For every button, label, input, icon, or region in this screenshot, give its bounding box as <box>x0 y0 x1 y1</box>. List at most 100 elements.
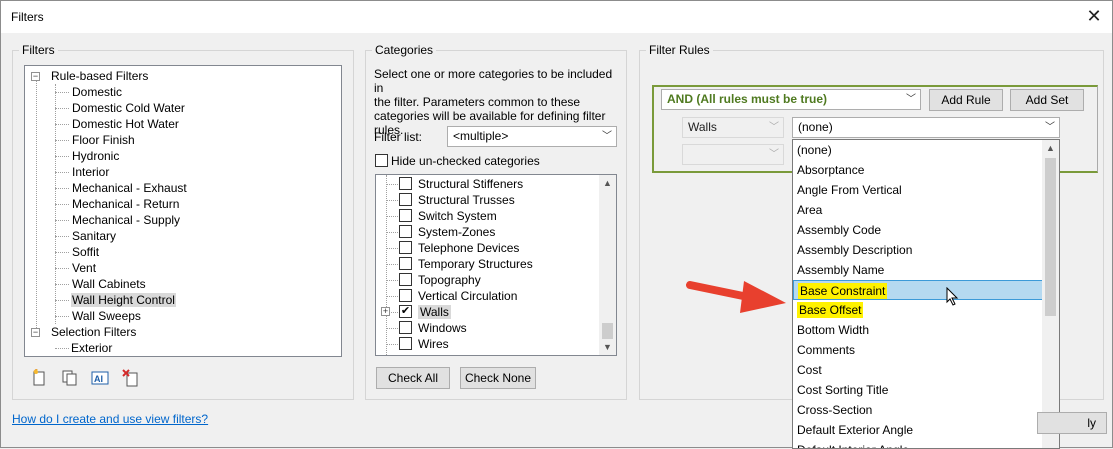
check-none-button[interactable]: Check None <box>460 367 536 389</box>
tree-connector <box>55 316 69 317</box>
dropdown-option-label: Angle From Vertical <box>797 183 902 197</box>
category-label: Windows <box>418 321 467 335</box>
dropdown-option[interactable]: Absorptance <box>793 160 1043 180</box>
collapse-icon[interactable]: − <box>31 72 40 81</box>
category-item[interactable]: Topography <box>418 272 481 288</box>
parameter-dropdown-list[interactable]: (none) Absorptance Angle From Vertical Area… <box>792 139 1060 449</box>
tree-item-filter[interactable]: Interior <box>71 164 110 180</box>
chevron-down-icon: ﹀ <box>1045 122 1055 133</box>
tree-connector <box>55 252 69 253</box>
tree-item-filter[interactable]: Hydronic <box>71 148 120 164</box>
category-checkbox[interactable] <box>399 273 412 286</box>
duplicate-filter-icon[interactable] <box>61 369 79 387</box>
dropdown-option[interactable]: Angle From Vertical <box>793 180 1043 200</box>
rule-category-select[interactable]: Walls ﹀ <box>682 117 784 138</box>
tree-item-filter[interactable]: Mechanical - Supply <box>71 212 181 228</box>
add-set-button[interactable]: Add Set <box>1010 89 1084 111</box>
tree-item-filter[interactable]: Vent <box>71 260 97 276</box>
dropdown-option[interactable]: Cost Sorting Title <box>793 380 1043 400</box>
logic-select[interactable]: AND (All rules must be true) ﹀ <box>661 89 921 110</box>
tree-item-filter[interactable]: Domestic Cold Water <box>71 100 186 116</box>
tree-item-filter[interactable]: Soffit <box>71 244 100 260</box>
rule-parameter-value: (none) <box>798 120 833 134</box>
new-filter-icon[interactable] <box>31 368 49 387</box>
tree-item-filter[interactable]: Floor Finish <box>71 132 136 148</box>
dropdown-scrollbar[interactable]: ▲ <box>1042 140 1059 448</box>
dropdown-option[interactable]: Cost <box>793 360 1043 380</box>
category-item[interactable]: Wires <box>418 336 449 352</box>
category-scrollbar[interactable]: ▲ ▼ <box>599 175 616 355</box>
filter-list-label: Filter list: <box>374 130 422 144</box>
category-item[interactable]: Vertical Circulation <box>418 288 517 304</box>
category-item[interactable]: Temporary Structures <box>418 256 533 272</box>
category-checkbox[interactable] <box>399 193 412 206</box>
category-checkbox[interactable] <box>399 289 412 302</box>
help-link[interactable]: How do I create and use view filters? <box>12 412 208 426</box>
category-item[interactable]: Switch System <box>418 208 497 224</box>
category-tree[interactable]: Structural Stiffeners Structural Trusses S… <box>375 174 617 356</box>
category-checkbox[interactable] <box>399 337 412 350</box>
category-checkbox[interactable] <box>399 257 412 270</box>
category-item[interactable]: Walls <box>418 304 451 320</box>
dropdown-option[interactable]: Base Constraint <box>793 280 1043 300</box>
dropdown-option[interactable]: Default Exterior Angle <box>793 420 1043 440</box>
logic-value: AND (All rules must be true) <box>667 92 828 106</box>
scroll-thumb[interactable] <box>1045 158 1056 316</box>
tree-item-filter[interactable]: Sanitary <box>71 228 117 244</box>
collapse-icon[interactable]: − <box>31 328 40 337</box>
dropdown-option[interactable]: Assembly Description <box>793 240 1043 260</box>
category-checkbox[interactable] <box>399 241 412 254</box>
filter-list-value: <multiple> <box>453 129 509 143</box>
tree-item-filter[interactable]: Mechanical - Exhaust <box>71 180 188 196</box>
tree-item-filter[interactable]: Exterior <box>71 340 112 356</box>
close-icon[interactable]: ✕ <box>1082 5 1106 29</box>
scroll-thumb[interactable] <box>602 323 613 339</box>
category-item[interactable]: System-Zones <box>418 224 495 240</box>
expand-icon[interactable]: + <box>381 307 390 316</box>
tree-item-filter[interactable]: Mechanical - Return <box>71 196 180 212</box>
category-item[interactable]: Structural Stiffeners <box>418 176 523 192</box>
tree-connector <box>386 184 398 185</box>
tree-connector <box>386 216 398 217</box>
tree-item-filter[interactable]: Domestic Hot Water <box>71 116 180 132</box>
apply-label: ly <box>1087 416 1096 430</box>
dropdown-option[interactable]: Comments <box>793 340 1043 360</box>
category-checkbox[interactable]: ✔ <box>399 305 412 318</box>
dropdown-option[interactable]: Base Offset <box>793 300 1043 320</box>
dropdown-option[interactable]: Assembly Code <box>793 220 1043 240</box>
category-checkbox[interactable] <box>399 177 412 190</box>
apply-button[interactable]: ly <box>1037 412 1107 434</box>
hide-unchecked-checkbox[interactable] <box>375 154 388 167</box>
mouse-cursor-icon <box>946 287 959 306</box>
dropdown-option[interactable]: Assembly Name <box>793 260 1043 280</box>
category-checkbox[interactable] <box>399 321 412 334</box>
category-checkbox[interactable] <box>399 209 412 222</box>
category-checkbox[interactable] <box>399 225 412 238</box>
dropdown-option[interactable]: Area <box>793 200 1043 220</box>
dropdown-option-label: Assembly Code <box>797 223 882 237</box>
tree-item-filter[interactable]: Wall Cabinets <box>71 276 147 292</box>
rename-filter-icon[interactable]: AI <box>91 369 109 387</box>
filter-list-select[interactable]: <multiple> ﹀ <box>447 126 617 147</box>
tree-item-filter[interactable]: Wall Height Control <box>71 292 176 308</box>
category-item[interactable]: Windows <box>418 320 467 336</box>
add-rule-button[interactable]: Add Rule <box>929 89 1003 111</box>
scroll-up-icon[interactable]: ▲ <box>1042 140 1059 156</box>
dropdown-option[interactable]: Bottom Width <box>793 320 1043 340</box>
delete-filter-icon[interactable] <box>122 369 140 387</box>
rule-parameter-select[interactable]: (none) ﹀ <box>792 117 1060 138</box>
dropdown-option-label: Cost <box>797 363 822 377</box>
category-item[interactable]: Structural Trusses <box>418 192 515 208</box>
dropdown-option[interactable]: (none) <box>793 140 1043 160</box>
category-label: Structural Stiffeners <box>418 177 524 191</box>
check-all-button[interactable]: Check All <box>376 367 450 389</box>
tree-item-label: Exterior <box>71 341 113 355</box>
filter-tree[interactable]: − Rule-based Filters Domestic Domestic Cold… <box>24 65 342 357</box>
tree-item-filter[interactable]: Wall Sweeps <box>71 308 142 324</box>
tree-item-filter[interactable]: Domestic <box>71 84 123 100</box>
scroll-up-icon[interactable]: ▲ <box>599 175 616 191</box>
rule-category-select-2[interactable]: ﹀ <box>682 144 784 165</box>
dropdown-option[interactable]: Cross-Section <box>793 400 1043 420</box>
category-item[interactable]: Telephone Devices <box>418 240 519 256</box>
scroll-down-icon[interactable]: ▼ <box>599 339 616 355</box>
